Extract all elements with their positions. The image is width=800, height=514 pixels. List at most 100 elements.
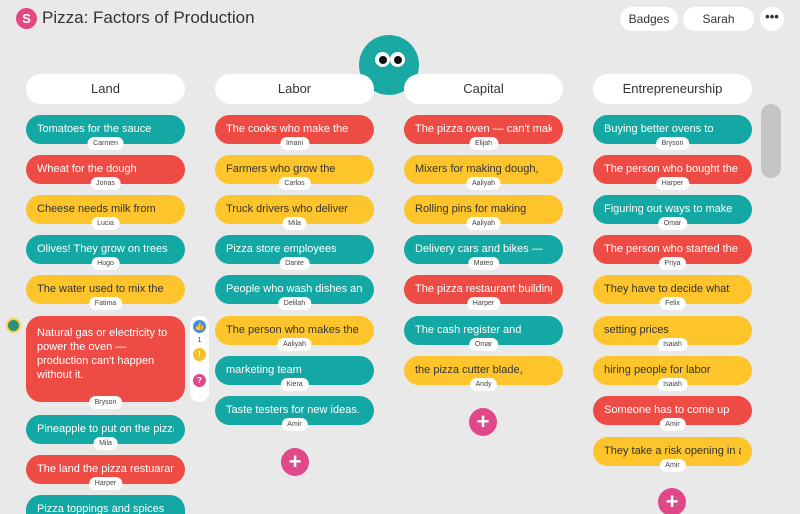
card-labor-6[interactable]: The person who makes the Aaliyah	[215, 316, 374, 351]
badges-button[interactable]: Badges	[620, 7, 678, 31]
card-text: The person who bought the	[604, 163, 738, 175]
card-land-5[interactable]: The water used to mix the Fatima	[26, 275, 185, 310]
card-capital-4[interactable]: Delivery cars and bikes — Mateo	[404, 235, 563, 270]
card-entrepreneurship-5[interactable]: They have to decide what Felix	[593, 275, 752, 310]
card-author: Aaliyah	[277, 338, 312, 351]
card-labor-5[interactable]: People who wash dishes and Delilah	[215, 275, 374, 310]
card-labor-7[interactable]: marketing team Kiera	[215, 356, 374, 391]
card-capital-3[interactable]: Rolling pins for making Aaliyah	[404, 195, 563, 230]
card-text: The pizza restaurant building	[415, 283, 552, 295]
column-header-land[interactable]: Land	[26, 74, 185, 104]
card-land-3[interactable]: Cheese needs milk from Lucia	[26, 195, 185, 230]
add-card-button-labor[interactable]: +	[281, 448, 309, 476]
card-capital-7[interactable]: the pizza cutter blade, Andy	[404, 356, 563, 391]
card-labor-3[interactable]: Truck drivers who deliver Mila	[215, 195, 374, 230]
card-text: Pineapple to put on the pizza	[37, 423, 174, 435]
card-author: Hugo	[91, 257, 120, 270]
card-text: Tomatoes for the sauce	[37, 123, 152, 135]
card-land-6[interactable]: Natural gas or electricity to power the …	[26, 316, 185, 409]
more-options-button[interactable]: •••	[760, 7, 784, 31]
target-icon[interactable]	[6, 318, 21, 333]
card-text: Truck drivers who deliver	[226, 203, 348, 215]
card-text: Pizza toppings and spices	[37, 503, 165, 514]
mascot-left-eye	[375, 52, 390, 67]
card-author: Felix	[659, 297, 686, 310]
card-capital-6[interactable]: The cash register and Omar	[404, 316, 563, 351]
card-entrepreneurship-1[interactable]: Buying better ovens to Bryson	[593, 115, 752, 150]
card-author: Aaliyah	[466, 177, 501, 190]
question-icon[interactable]: ?	[193, 374, 206, 387]
card-land-9[interactable]: Pizza toppings and spices	[26, 495, 185, 514]
card-author: Dante	[279, 257, 310, 270]
card-text: Mixers for making dough,	[415, 163, 539, 175]
card-author: Lucia	[91, 217, 120, 230]
card-text: People who wash dishes and	[226, 283, 363, 295]
card-text: Natural gas or electricity to power the …	[37, 327, 168, 381]
add-card-button-entrepreneurship[interactable]: +	[658, 488, 686, 514]
card-author: Harper	[655, 177, 690, 190]
card-text: Someone has to come up	[604, 404, 730, 416]
card-land-1[interactable]: Tomatoes for the sauce Carmen	[26, 115, 185, 150]
thumbs-up-icon[interactable]: 👍	[193, 320, 206, 333]
card-text: The pizza oven — can't make	[415, 123, 552, 135]
card-capital-1[interactable]: The pizza oven — can't make Elijah	[404, 115, 563, 150]
card-text: The water used to mix the	[37, 283, 164, 295]
like-count: 1	[197, 337, 202, 344]
card-text: Rolling pins for making	[415, 203, 527, 215]
add-card-button-capital[interactable]: +	[469, 408, 497, 436]
card-land-2[interactable]: Wheat for the dough Jonas	[26, 155, 185, 190]
card-land-7[interactable]: Pineapple to put on the pizza Mila	[26, 415, 185, 450]
reaction-bar: 👍 1 ! ?	[190, 316, 209, 402]
card-capital-5[interactable]: The pizza restaurant building Harper	[404, 275, 563, 310]
card-author: Priya	[658, 257, 687, 270]
card-author: Jonas	[90, 177, 121, 190]
card-entrepreneurship-4[interactable]: The person who started the Priya	[593, 235, 752, 270]
card-land-4[interactable]: Olives! They grow on trees Hugo	[26, 235, 185, 270]
card-author: Omar	[468, 338, 499, 351]
card-author: Carlos	[278, 177, 311, 190]
card-labor-1[interactable]: The cooks who make the Imani	[215, 115, 374, 150]
card-text: The cash register and	[415, 324, 522, 336]
column-header-capital[interactable]: Capital	[404, 74, 563, 104]
column-header-entrepreneurship[interactable]: Entrepreneurship	[593, 74, 752, 104]
card-text: marketing team	[226, 364, 302, 376]
card-land-8[interactable]: The land the pizza restuarant Harper	[26, 455, 185, 490]
card-text: They have to decide what	[604, 283, 730, 295]
card-text: They take a risk opening in a	[604, 445, 741, 457]
top-bar: S Pizza: Factors of Production Badges Sa…	[0, 0, 800, 36]
card-entrepreneurship-8[interactable]: Someone has to come up Amir	[593, 396, 752, 431]
card-author: Amir	[659, 418, 686, 431]
card-labor-2[interactable]: Farmers who grow the Carlos	[215, 155, 374, 190]
card-entrepreneurship-9[interactable]: They take a risk opening in a Amir	[593, 437, 752, 472]
card-author: Carmen	[87, 137, 124, 150]
card-author: Kiera	[280, 378, 309, 391]
card-text: Olives! They grow on trees	[37, 243, 168, 255]
card-author: Mila	[93, 437, 118, 450]
lightbulb-icon[interactable]: !	[193, 348, 206, 361]
card-text: the pizza cutter blade,	[415, 364, 523, 376]
card-author: Aaliyah	[466, 217, 501, 230]
card-author: Andy	[469, 378, 498, 391]
card-text: Pizza store employees	[226, 243, 337, 255]
card-text: The land the pizza restuarant	[37, 463, 174, 475]
card-capital-2[interactable]: Mixers for making dough, Aaliyah	[404, 155, 563, 190]
card-author: Delilah	[277, 297, 312, 310]
column-header-labor[interactable]: Labor	[215, 74, 374, 104]
user-button[interactable]: Sarah	[683, 7, 754, 31]
card-text: Taste testers for new ideas. I	[226, 404, 363, 416]
card-labor-8[interactable]: Taste testers for new ideas. I Amir	[215, 396, 374, 431]
card-entrepreneurship-3[interactable]: Figuring out ways to make Omar	[593, 195, 752, 230]
card-text: The person who started the	[604, 243, 738, 255]
mascot-right-eye	[390, 52, 405, 67]
card-text: Cheese needs milk from	[37, 203, 156, 215]
scrollbar-thumb[interactable]	[761, 104, 781, 178]
app-logo[interactable]: S	[16, 8, 37, 29]
card-text: The person who makes the	[226, 324, 359, 336]
card-entrepreneurship-7[interactable]: hiring people for labor Isaiah	[593, 356, 752, 391]
card-text: The cooks who make the	[226, 123, 349, 135]
card-entrepreneurship-2[interactable]: The person who bought the Harper	[593, 155, 752, 190]
card-author: Omar	[657, 217, 688, 230]
card-labor-4[interactable]: Pizza store employees Dante	[215, 235, 374, 270]
card-text: Delivery cars and bikes —	[415, 243, 543, 255]
card-entrepreneurship-6[interactable]: setting prices Isaiah	[593, 316, 752, 351]
